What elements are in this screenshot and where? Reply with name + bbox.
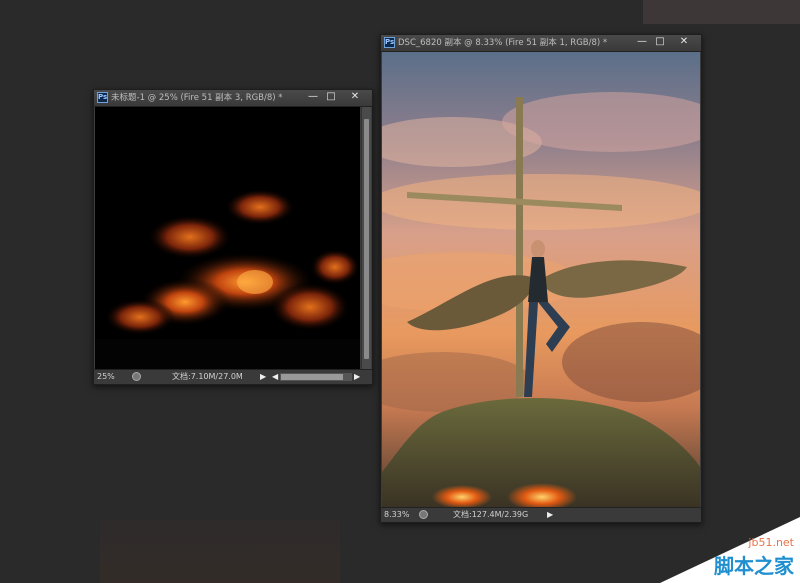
background-swatch (643, 0, 800, 24)
maximize-button[interactable]: □ (322, 91, 340, 104)
zoom-level[interactable]: 8.33% (384, 509, 409, 521)
photoshop-icon: Ps (384, 37, 395, 48)
status-menu-arrow-icon[interactable]: ▶ (260, 371, 266, 383)
window-title: DSC_6820 副本 @ 8.33% (Fire 51 副本 1, RGB/8… (398, 38, 608, 48)
vertical-scrollbar[interactable] (361, 107, 371, 369)
document-canvas[interactable] (95, 107, 360, 369)
maximize-button[interactable]: □ (651, 36, 669, 49)
document-size-info: 文档:127.4M/2.39G (453, 510, 529, 519)
document-size-info: 文档:7.10M/27.0M (172, 372, 243, 381)
angel-cross-photo (382, 52, 700, 507)
status-info-icon[interactable] (132, 372, 141, 381)
watermark-site-name: 脚本之家 (714, 554, 794, 578)
zoom-level[interactable]: 25% (97, 371, 115, 383)
minimize-button[interactable]: — (633, 36, 651, 49)
document-window-dsc6820[interactable]: Ps DSC_6820 副本 @ 8.33% (Fire 51 副本 1, RG… (380, 34, 702, 523)
watermark-url: jb51.net (748, 536, 794, 549)
scrollbar-thumb[interactable] (281, 374, 343, 380)
scroll-right-arrow-icon[interactable]: ▶ (354, 371, 360, 383)
window-titlebar[interactable]: Ps DSC_6820 副本 @ 8.33% (Fire 51 副本 1, RG… (381, 35, 701, 52)
window-titlebar[interactable]: Ps 未标题-1 @ 25% (Fire 51 副本 3, RGB/8) * —… (94, 90, 372, 107)
status-bar: 8.33% 文档:127.4M/2.39G ▶ (381, 507, 701, 522)
status-info-icon[interactable] (419, 510, 428, 519)
scrollbar-thumb[interactable] (364, 119, 369, 359)
status-menu-arrow-icon[interactable]: ▶ (547, 509, 553, 521)
scroll-left-arrow-icon[interactable]: ◀ (272, 371, 278, 383)
horizontal-scrollbar[interactable] (280, 373, 352, 381)
status-bar: 25% 文档:7.10M/27.0M ▶ ◀ ▶ (94, 369, 372, 384)
document-canvas[interactable] (382, 52, 700, 507)
minimize-button[interactable]: — (304, 91, 322, 104)
window-title: 未标题-1 @ 25% (Fire 51 副本 3, RGB/8) * (111, 93, 283, 103)
background-glow (100, 520, 340, 583)
photoshop-icon: Ps (97, 92, 108, 103)
close-button[interactable]: ✕ (675, 36, 693, 49)
site-watermark: jb51.net 脚本之家 (660, 517, 800, 583)
document-window-untitled[interactable]: Ps 未标题-1 @ 25% (Fire 51 副本 3, RGB/8) * —… (93, 89, 373, 385)
fire-layer-image (95, 189, 360, 369)
close-button[interactable]: ✕ (346, 91, 364, 104)
